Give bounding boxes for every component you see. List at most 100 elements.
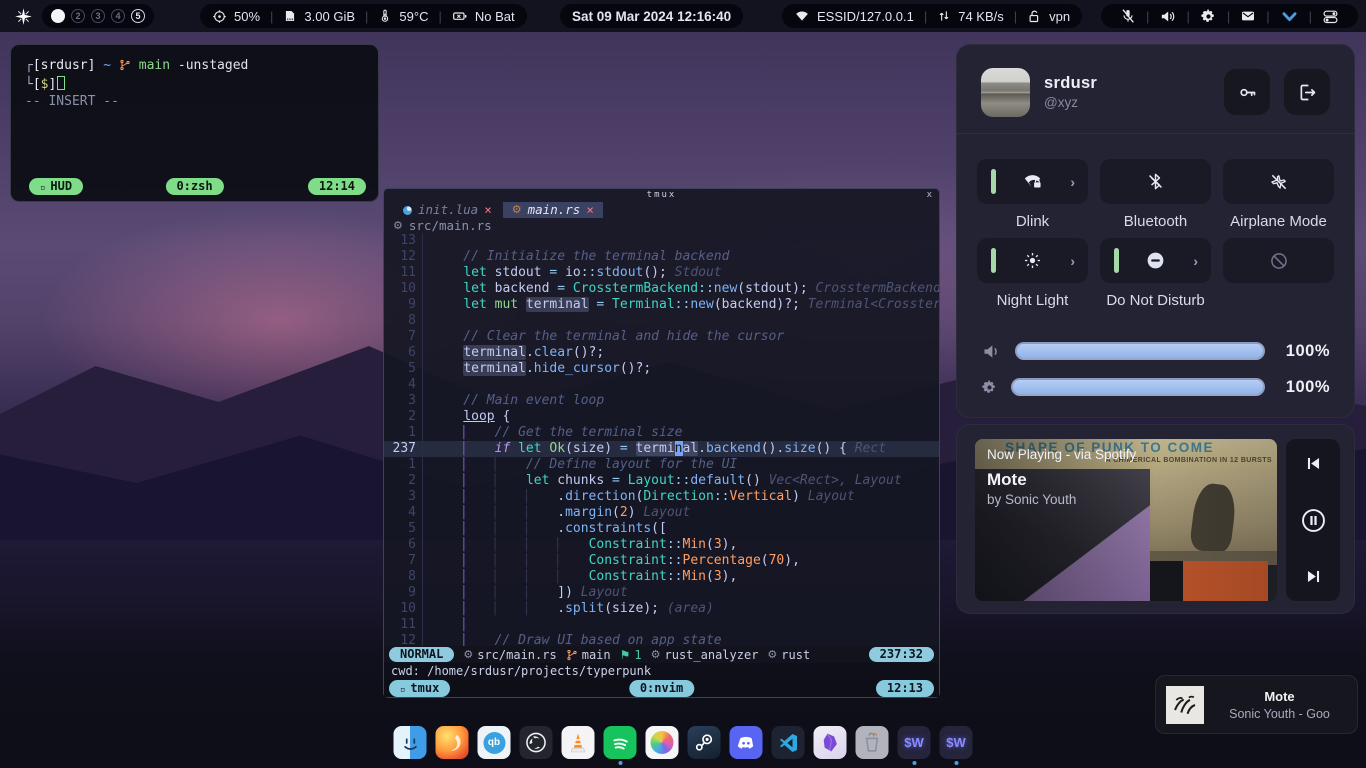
- dock-item-obsidian[interactable]: [814, 726, 847, 759]
- code-line[interactable]: 8: [384, 313, 939, 329]
- toggle-dlink[interactable]: ›: [977, 159, 1088, 204]
- active-indicator: [991, 169, 996, 194]
- dock-item-vlc[interactable]: [562, 726, 595, 759]
- next-button[interactable]: [1304, 567, 1323, 586]
- updown-arrows-icon: [937, 9, 951, 23]
- dock-item-photos[interactable]: [646, 726, 679, 759]
- net-speed: 74 KB/s: [958, 9, 1004, 24]
- chevron-right-icon[interactable]: ›: [1070, 174, 1075, 190]
- tab-init.lua[interactable]: init.lua×: [394, 202, 501, 218]
- code-line[interactable]: 3 ▏ ▏ ▏ .direction(Direction::Vertical) …: [384, 489, 939, 505]
- filetype: rust: [781, 647, 810, 663]
- dock-item-trash[interactable]: [856, 726, 889, 759]
- code-line[interactable]: 4: [384, 377, 939, 393]
- terminal-window[interactable]: ┌[srdusr] ~ main -unstaged └[$] -- INSER…: [10, 44, 379, 202]
- code-line[interactable]: 11 let stdout = io::stdout(); Stdout: [384, 265, 939, 281]
- volume-slider[interactable]: [1015, 342, 1265, 360]
- code-line[interactable]: 1 ▏ ▏ // Define layout for the UI: [384, 457, 939, 473]
- code-line[interactable]: 2 loop {: [384, 409, 939, 425]
- tab-main.rs[interactable]: ⚙main.rs×: [503, 202, 603, 218]
- mic-muted-icon[interactable]: [1113, 8, 1143, 24]
- dock-item-obs[interactable]: [520, 726, 553, 759]
- code-line[interactable]: 6 ▏ ▏ ▏ ▏ Constraint::Min(3),: [384, 537, 939, 553]
- dock-item-spotify[interactable]: [604, 726, 637, 759]
- editor-window[interactable]: tmux x init.lua×⚙main.rs× ⚙ src/main.rs …: [383, 188, 940, 698]
- gear-icon[interactable]: [1193, 8, 1224, 25]
- code-line[interactable]: 2 ▏ ▏ let chunks = Layout::default() Vec…: [384, 473, 939, 489]
- code-line[interactable]: 9 let mut terminal = Terminal::new(backe…: [384, 297, 939, 313]
- dock-item-app-sw-2[interactable]: $W: [940, 726, 973, 759]
- mail-icon[interactable]: [1233, 8, 1263, 24]
- chevron-right-icon[interactable]: ›: [1070, 253, 1075, 269]
- pause-button[interactable]: [1300, 507, 1327, 534]
- workspace-5[interactable]: 5: [131, 9, 145, 23]
- battery-status: No Bat: [475, 9, 515, 24]
- toggle-do-not-disturb[interactable]: ›: [1100, 238, 1211, 283]
- dock-item-firefox[interactable]: [436, 726, 469, 759]
- code-line[interactable]: 5 terminal.hide_cursor()?;: [384, 361, 939, 377]
- toggle-bluetooth[interactable]: [1100, 159, 1211, 204]
- tmux-session-hud[interactable]: ▫HUD: [29, 178, 83, 195]
- chevron-down-icon[interactable]: [1273, 7, 1306, 26]
- toggles-icon[interactable]: [1315, 8, 1346, 25]
- dock-item-app-sw-1[interactable]: $W: [898, 726, 931, 759]
- chevron-right-icon[interactable]: ›: [1193, 253, 1198, 269]
- tmux-session-name[interactable]: ▫tmux: [389, 680, 450, 697]
- wifi-icon: [794, 8, 810, 24]
- track-title: Mote: [987, 470, 1027, 490]
- code-line[interactable]: 7 ▏ ▏ ▏ ▏ Constraint::Percentage(70),: [384, 553, 939, 569]
- code-line[interactable]: 12 // Initialize the terminal backend: [384, 249, 939, 265]
- code-line[interactable]: 4 ▏ ▏ ▏ .margin(2) Layout: [384, 505, 939, 521]
- brightness-slider[interactable]: [1011, 378, 1265, 396]
- logout-button[interactable]: [1284, 69, 1330, 115]
- code-line[interactable]: 237 ▏ if let Ok(size) = terminal.backend…: [384, 441, 939, 457]
- volume-icon[interactable]: [1152, 8, 1183, 25]
- tab-close-icon[interactable]: ×: [586, 202, 594, 218]
- toggle-night-light[interactable]: ›: [977, 238, 1088, 283]
- previous-button[interactable]: [1304, 454, 1323, 473]
- qb-label: qb: [483, 732, 505, 754]
- code-line[interactable]: 11 ▏: [384, 617, 939, 633]
- code-line[interactable]: 7 // Clear the terminal and hide the cur…: [384, 329, 939, 345]
- code-line[interactable]: 1 ▏ // Get the terminal size: [384, 425, 939, 441]
- tab-close-icon[interactable]: ×: [484, 202, 492, 218]
- code-line[interactable]: 12 ▏ // Draw UI based on app state: [384, 633, 939, 646]
- workspace-3[interactable]: 3: [91, 9, 105, 23]
- dock-item-file-manager[interactable]: [394, 726, 427, 759]
- window-close-button[interactable]: x: [927, 189, 932, 202]
- dock-item-vscode[interactable]: [772, 726, 805, 759]
- dock-item-qbittorrent[interactable]: qb: [478, 726, 511, 759]
- code-line[interactable]: 10 ▏ ▏ ▏ .split(size); (area): [384, 601, 939, 617]
- toggle-label: Airplane Mode: [1230, 204, 1327, 238]
- code-line[interactable]: 6 terminal.clear()?;: [384, 345, 939, 361]
- top-status-bar: 2345 50% | 3.00 GiB | 59°C | No Bat Sat …: [0, 0, 1366, 32]
- clock-pill[interactable]: Sat 09 Mar 2024 12:16:40: [560, 4, 743, 28]
- rust-icon: ⚙: [512, 202, 522, 218]
- workspace-1[interactable]: [51, 9, 65, 23]
- code-line[interactable]: 13: [384, 233, 939, 249]
- toggle-blocked[interactable]: [1223, 238, 1334, 283]
- code-line[interactable]: 10 let backend = CrosstermBackend::new(s…: [384, 281, 939, 297]
- system-stats-pill: 50% | 3.00 GiB | 59°C | No Bat: [200, 4, 527, 28]
- music-notification[interactable]: Mote Sonic Youth - Goo: [1155, 675, 1358, 734]
- code-line[interactable]: 9 ▏ ▏ ▏ ]) Layout: [384, 585, 939, 601]
- tmux-window-zsh[interactable]: 0:zsh: [165, 178, 223, 195]
- lock-open-icon: [1027, 9, 1042, 24]
- workspace-switcher[interactable]: 2345: [42, 4, 154, 28]
- network-pill[interactable]: ESSID/127.0.0.1 | 74 KB/s | vpn: [782, 4, 1082, 28]
- code-lines[interactable]: 1312 // Initialize the terminal backend1…: [384, 233, 939, 646]
- code-line[interactable]: 5 ▏ ▏ ▏ .constraints([: [384, 521, 939, 537]
- code-line[interactable]: 3 // Main event loop: [384, 393, 939, 409]
- brightness-value: 100%: [1278, 378, 1330, 397]
- workspace-2[interactable]: 2: [71, 9, 85, 23]
- code-line[interactable]: 8 ▏ ▏ ▏ ▏ Constraint::Min(3),: [384, 569, 939, 585]
- avatar[interactable]: [981, 68, 1030, 117]
- dock-item-discord[interactable]: [730, 726, 763, 759]
- toggle-airplane-mode[interactable]: [1223, 159, 1334, 204]
- workspace-4[interactable]: 4: [111, 9, 125, 23]
- tmux-window-nvim[interactable]: 0:nvim: [629, 680, 694, 697]
- dock-item-steam[interactable]: [688, 726, 721, 759]
- key-button[interactable]: [1224, 69, 1270, 115]
- launcher-star-icon[interactable]: [13, 6, 33, 26]
- cursor-position: 237:32: [869, 647, 934, 662]
